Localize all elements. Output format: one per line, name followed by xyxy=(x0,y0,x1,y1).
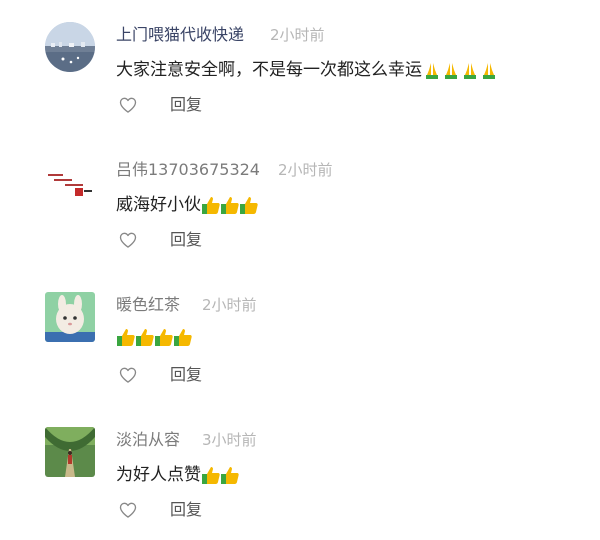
thumbs-up-icon xyxy=(174,328,192,346)
comment-text: 威海好小伙 xyxy=(116,193,258,217)
reply-button[interactable]: 回复 xyxy=(170,500,202,520)
like-icon[interactable] xyxy=(118,365,138,385)
thumbs-up-icon xyxy=(240,196,258,214)
avatar[interactable] xyxy=(45,427,95,477)
thumbs-up-icon xyxy=(202,196,220,214)
comment-time: 2小时前 xyxy=(202,296,257,314)
folded-hands-icon xyxy=(423,61,441,79)
thumbs-up-icon xyxy=(221,466,239,484)
reply-button[interactable]: 回复 xyxy=(170,365,202,385)
comment-username[interactable]: 吕伟13703675324 xyxy=(116,160,260,180)
comment-text-body: 为好人点赞 xyxy=(116,465,201,485)
comment-time: 2小时前 xyxy=(270,26,325,44)
comment-text-body: 威海好小伙 xyxy=(116,195,201,215)
comment-username[interactable]: 上门喂猫代收快递 xyxy=(116,25,244,45)
comment-item: 吕伟13703675324 2小时前 威海好小伙 回复 xyxy=(0,135,600,270)
comment-text: 为好人点赞 xyxy=(116,463,239,487)
avatar[interactable] xyxy=(45,157,95,207)
comment-item: 暖色红茶 2小时前 回复 xyxy=(0,270,600,405)
comment-item: 淡泊从容 3小时前 为好人点赞 回复 xyxy=(0,405,600,540)
comment-username[interactable]: 淡泊从容 xyxy=(116,430,180,450)
thumbs-up-icon xyxy=(202,466,220,484)
folded-hands-icon xyxy=(442,61,460,79)
thumbs-up-icon xyxy=(221,196,239,214)
folded-hands-icon xyxy=(461,61,479,79)
comment-time: 2小时前 xyxy=(278,161,333,179)
folded-hands-icon xyxy=(480,61,498,79)
reply-button[interactable]: 回复 xyxy=(170,95,202,115)
thumbs-up-icon xyxy=(136,328,154,346)
comment-item: 上门喂猫代收快递 2小时前 大家注意安全啊，不是每一次都这么幸运 回复 xyxy=(0,0,600,135)
avatar[interactable] xyxy=(45,22,95,72)
comment-username[interactable]: 暖色红茶 xyxy=(116,295,180,315)
avatar[interactable] xyxy=(45,292,95,342)
comment-text-body: 大家注意安全啊，不是每一次都这么幸运 xyxy=(116,60,422,80)
like-icon[interactable] xyxy=(118,95,138,115)
comment-text xyxy=(116,328,192,346)
reply-button[interactable]: 回复 xyxy=(170,230,202,250)
comment-time: 3小时前 xyxy=(202,431,257,449)
like-icon[interactable] xyxy=(118,230,138,250)
thumbs-up-icon xyxy=(155,328,173,346)
comment-text: 大家注意安全啊，不是每一次都这么幸运 xyxy=(116,58,498,82)
thumbs-up-icon xyxy=(117,328,135,346)
like-icon[interactable] xyxy=(118,500,138,520)
